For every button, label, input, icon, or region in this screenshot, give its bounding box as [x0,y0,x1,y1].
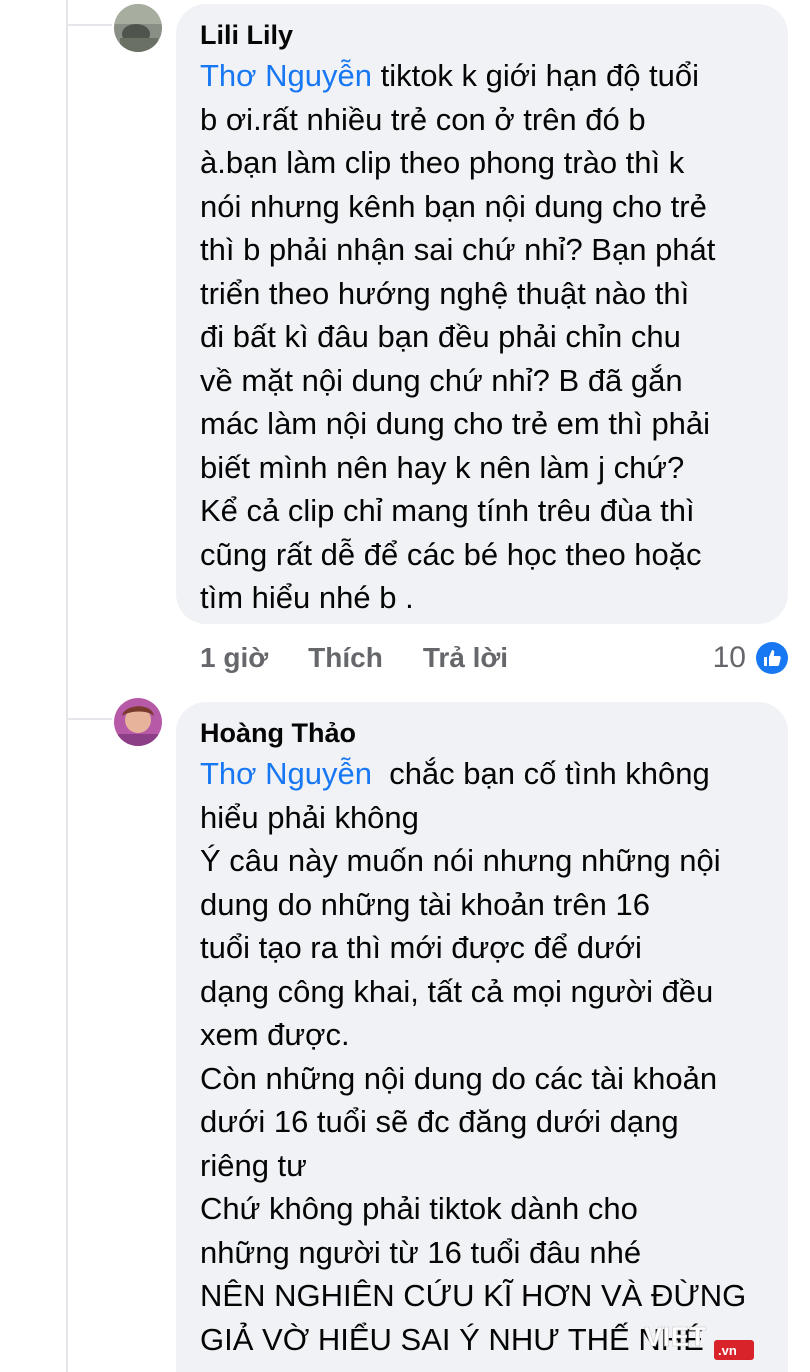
watermark-suffix: .vn [718,1343,737,1358]
comment-time[interactable]: 1 giờ [200,642,268,674]
viet-watermark: VIET .vn [640,1312,760,1362]
mention-link[interactable]: Thơ Nguyễn [200,58,372,93]
avatar[interactable] [114,698,162,746]
reply-button[interactable]: Trả lời [423,642,508,674]
comment-text: Thơ Nguyễn chắc bạn cố tình không hiểu p… [200,752,766,1361]
like-icon [756,642,788,674]
thread-branch [66,718,112,720]
reaction-summary[interactable]: 10 [713,636,788,680]
like-button[interactable]: Thích [308,642,383,674]
comment-author[interactable]: Hoàng Thảo [200,716,766,750]
comment-bubble: Lili Lily Thơ Nguyễn tiktok k giới hạn đ… [176,4,788,624]
thread-line [66,0,68,1372]
comment-author[interactable]: Lili Lily [200,18,766,52]
avatar[interactable] [114,4,162,52]
comment-text: Thơ Nguyễn tiktok k giới hạn độ tuổi b ơ… [200,54,766,620]
comment-body: chắc bạn cố tình không hiểu phải không Ý… [200,756,747,1357]
comment-actions: 1 giờ Thích Trả lời [200,636,548,680]
comment-body: tiktok k giới hạn độ tuổi b ơi.rất nhiều… [200,58,716,615]
thread-branch [66,24,112,26]
watermark-brand: VIET [644,1321,706,1352]
comment-bubble: Hoàng Thảo Thơ Nguyễn chắc bạn cố tình k… [176,702,788,1372]
reaction-count: 10 [712,641,746,674]
mention-link[interactable]: Thơ Nguyễn [200,756,372,791]
